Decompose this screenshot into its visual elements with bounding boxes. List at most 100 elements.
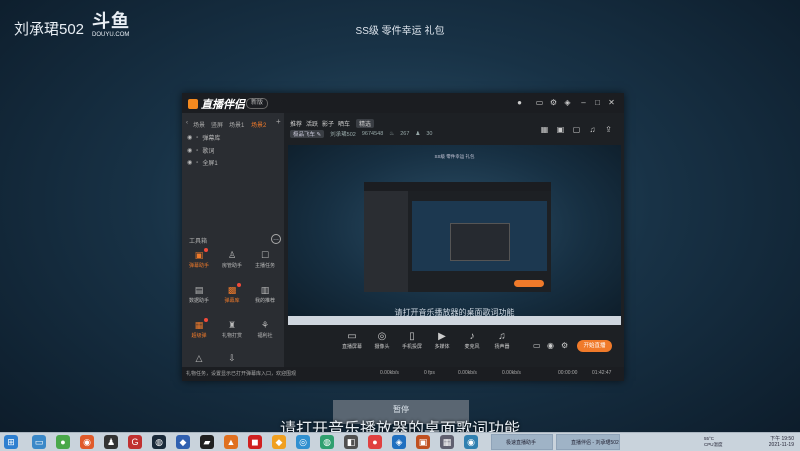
browser-icon[interactable]: ◉ <box>80 435 94 449</box>
version-badge[interactable]: 新版 <box>246 98 269 109</box>
app-icon[interactable]: ◉ <box>464 435 478 449</box>
tool-manager[interactable]: ♙ 房管助手 <box>219 250 245 269</box>
room-owner: 刘承珺502 <box>330 132 356 138</box>
app-icon[interactable]: ◈ <box>392 435 406 449</box>
screenshot-icon[interactable]: ▦ <box>540 125 549 134</box>
room-category-chip[interactable]: 极品飞车 ✎ <box>290 130 325 138</box>
toolbox-title: 工具箱 <box>189 239 208 245</box>
notify-icon[interactable]: ♫ <box>588 125 597 134</box>
start-icon[interactable]: ⊞ <box>4 435 18 449</box>
app-icon[interactable]: ◆ <box>176 435 190 449</box>
view-icon[interactable]: ◉ <box>547 341 554 350</box>
tool-welfare[interactable]: ⚘ 福利社 <box>252 320 278 339</box>
nav-tab[interactable]: 活跃 <box>306 119 318 128</box>
lock-icon[interactable]: ▢ <box>572 125 581 134</box>
start-live-button[interactable]: 开始直播 <box>577 340 612 352</box>
speaker-button[interactable]: ♫ 扬声器 <box>490 331 514 350</box>
clock[interactable]: 下午 19:50 2021-11-19 <box>760 436 794 448</box>
app-icon[interactable]: ◎ <box>296 435 310 449</box>
app-icon[interactable]: ◍ <box>320 435 334 449</box>
add-media-button[interactable]: ▶ 多媒体 <box>430 331 454 350</box>
taskbar-app-streaming[interactable]: 直播伴侣 - 刘承珺502 <box>556 434 620 450</box>
super-icon: ▦ <box>194 320 204 330</box>
taskbar-app-helper[interactable]: 极速直播助手 <box>491 434 553 450</box>
tool-chat[interactable]: ▣ 弹幕助手 <box>186 248 212 269</box>
fps: 0 fps <box>424 370 435 376</box>
add-screen-button[interactable]: ▭ 直播屏幕 <box>340 331 364 350</box>
share-icon[interactable]: ⇪ <box>604 125 613 134</box>
game-icon[interactable]: G <box>128 435 142 449</box>
qq-icon[interactable]: ♟ <box>104 435 118 449</box>
explorer-icon[interactable]: ▭ <box>32 435 46 449</box>
scene-tab-3[interactable]: 场景2 <box>251 120 266 129</box>
scene-panel: ‹ 场景 竖屏 场景1 场景2 + ◉ ▫ 弹幕库 ◉ ▫ 歌词 ◉ ▫ 全屏1 工具箱 …… <box>182 113 284 381</box>
bitrate: 0.00kb/s <box>502 370 521 376</box>
app-icon[interactable]: ▦ <box>440 435 454 449</box>
app-icon[interactable]: ◆ <box>272 435 286 449</box>
message-icon[interactable]: ▭ <box>535 98 544 107</box>
fans-count: 30 <box>426 131 433 137</box>
tool-data[interactable]: ▤ 数据助手 <box>186 285 212 304</box>
nav-tab[interactable]: 晒车 <box>338 119 350 128</box>
app-titlebar: 直播伴侣 新版 ● ▭ ⚙ ◈ – □ ✕ <box>182 93 624 113</box>
tool-task[interactable]: ☐ 主播任务 <box>252 250 278 269</box>
add-phone-button[interactable]: ▯ 手机投屏 <box>400 331 424 350</box>
fans-icon: ♟ <box>415 131 421 137</box>
download-rate: 0.00kb/s <box>458 370 477 376</box>
scene-tab-2[interactable]: 场景1 <box>229 120 244 129</box>
video-icon[interactable]: ▭ <box>533 341 541 350</box>
eye-icon[interactable]: ◉ <box>187 147 192 154</box>
back-icon[interactable]: ‹ <box>186 120 188 126</box>
scene-tab-0[interactable]: 场景 <box>193 120 205 129</box>
settings-icon[interactable]: ⚙ <box>561 341 568 350</box>
live-streaming-app-window: 直播伴侣 新版 ● ▭ ⚙ ◈ – □ ✕ ‹ 场景 竖屏 场景1 场景2 + … <box>182 93 624 381</box>
skin-icon[interactable]: ◈ <box>563 98 572 107</box>
preview-taskbar <box>288 316 621 325</box>
source-row[interactable]: ◉ ▫ 全屏1 <box>187 158 218 168</box>
tool-download[interactable]: ⇩ <box>219 353 245 365</box>
app-icon[interactable]: ● <box>368 435 382 449</box>
nfs-icon[interactable]: ▰ <box>200 435 214 449</box>
nav-tab[interactable]: 影子 <box>322 119 334 128</box>
source-row[interactable]: ◉ ▫ 弹幕库 <box>187 133 220 143</box>
close-icon[interactable]: ✕ <box>607 98 616 107</box>
tool-super[interactable]: ▦ 超级弹 <box>186 318 212 339</box>
more-tools-icon[interactable]: … <box>271 234 281 244</box>
app-icon[interactable]: ▣ <box>416 435 430 449</box>
chat-icon: ▣ <box>194 250 204 260</box>
maximize-icon[interactable]: □ <box>593 98 602 107</box>
tool-gift[interactable]: ♜ 礼物打赏 <box>219 320 245 339</box>
app-icon[interactable]: ◧ <box>344 435 358 449</box>
nested-left-panel <box>364 191 408 292</box>
source-row[interactable]: ◉ ▫ 歌词 <box>187 146 214 156</box>
eye-icon[interactable]: ◉ <box>187 134 192 141</box>
tool-library[interactable]: ▩ 弹幕库 <box>219 283 245 304</box>
stream-preview[interactable]: SS级 零件幸运 礼包 请打开音乐播放器的桌面歌词功能 <box>288 145 621 325</box>
windows-taskbar: ⊞ ▭ ● ◉ ♟ G ◍ ◆ ▰ ▲ ◼ ◆ ◎ ◍ ◧ ● ◈ ▣ ▦ ◉ … <box>0 432 800 451</box>
eye-icon[interactable]: ◉ <box>187 159 192 166</box>
scene-tab-1[interactable]: 竖屏 <box>211 120 223 129</box>
app-icon[interactable]: ◼ <box>248 435 262 449</box>
nav-tab[interactable]: 推荐 <box>290 119 302 128</box>
mic-button[interactable]: ♪ 麦克风 <box>460 331 484 350</box>
avatar[interactable]: ● <box>515 98 524 107</box>
upload-rate: 0.00kb/s <box>380 370 399 376</box>
user-icon: ♙ <box>227 250 237 260</box>
nav-tab-active[interactable]: 精选 <box>356 119 375 128</box>
app-icon[interactable]: ● <box>56 435 70 449</box>
app-icon[interactable]: ▲ <box>224 435 238 449</box>
minimize-icon[interactable]: – <box>579 98 588 107</box>
record-icon[interactable]: ▣ <box>556 125 565 134</box>
nested-start-button <box>514 280 544 287</box>
mic-icon: ♪ <box>469 331 475 342</box>
lock-icon[interactable]: ▫ <box>196 160 198 166</box>
speaker-icon: ♫ <box>498 331 506 342</box>
lock-icon[interactable]: ▫ <box>196 148 198 154</box>
tool-recommend[interactable]: ▥ 我的推荐 <box>252 285 278 304</box>
tool-more[interactable]: △ <box>186 353 212 365</box>
lock-icon[interactable]: ▫ <box>196 135 198 141</box>
steam-icon[interactable]: ◍ <box>152 435 166 449</box>
settings-icon[interactable]: ⚙ <box>549 98 558 107</box>
add-camera-button[interactable]: ◎ 摄像头 <box>370 331 394 350</box>
add-scene-icon[interactable]: + <box>276 117 281 126</box>
